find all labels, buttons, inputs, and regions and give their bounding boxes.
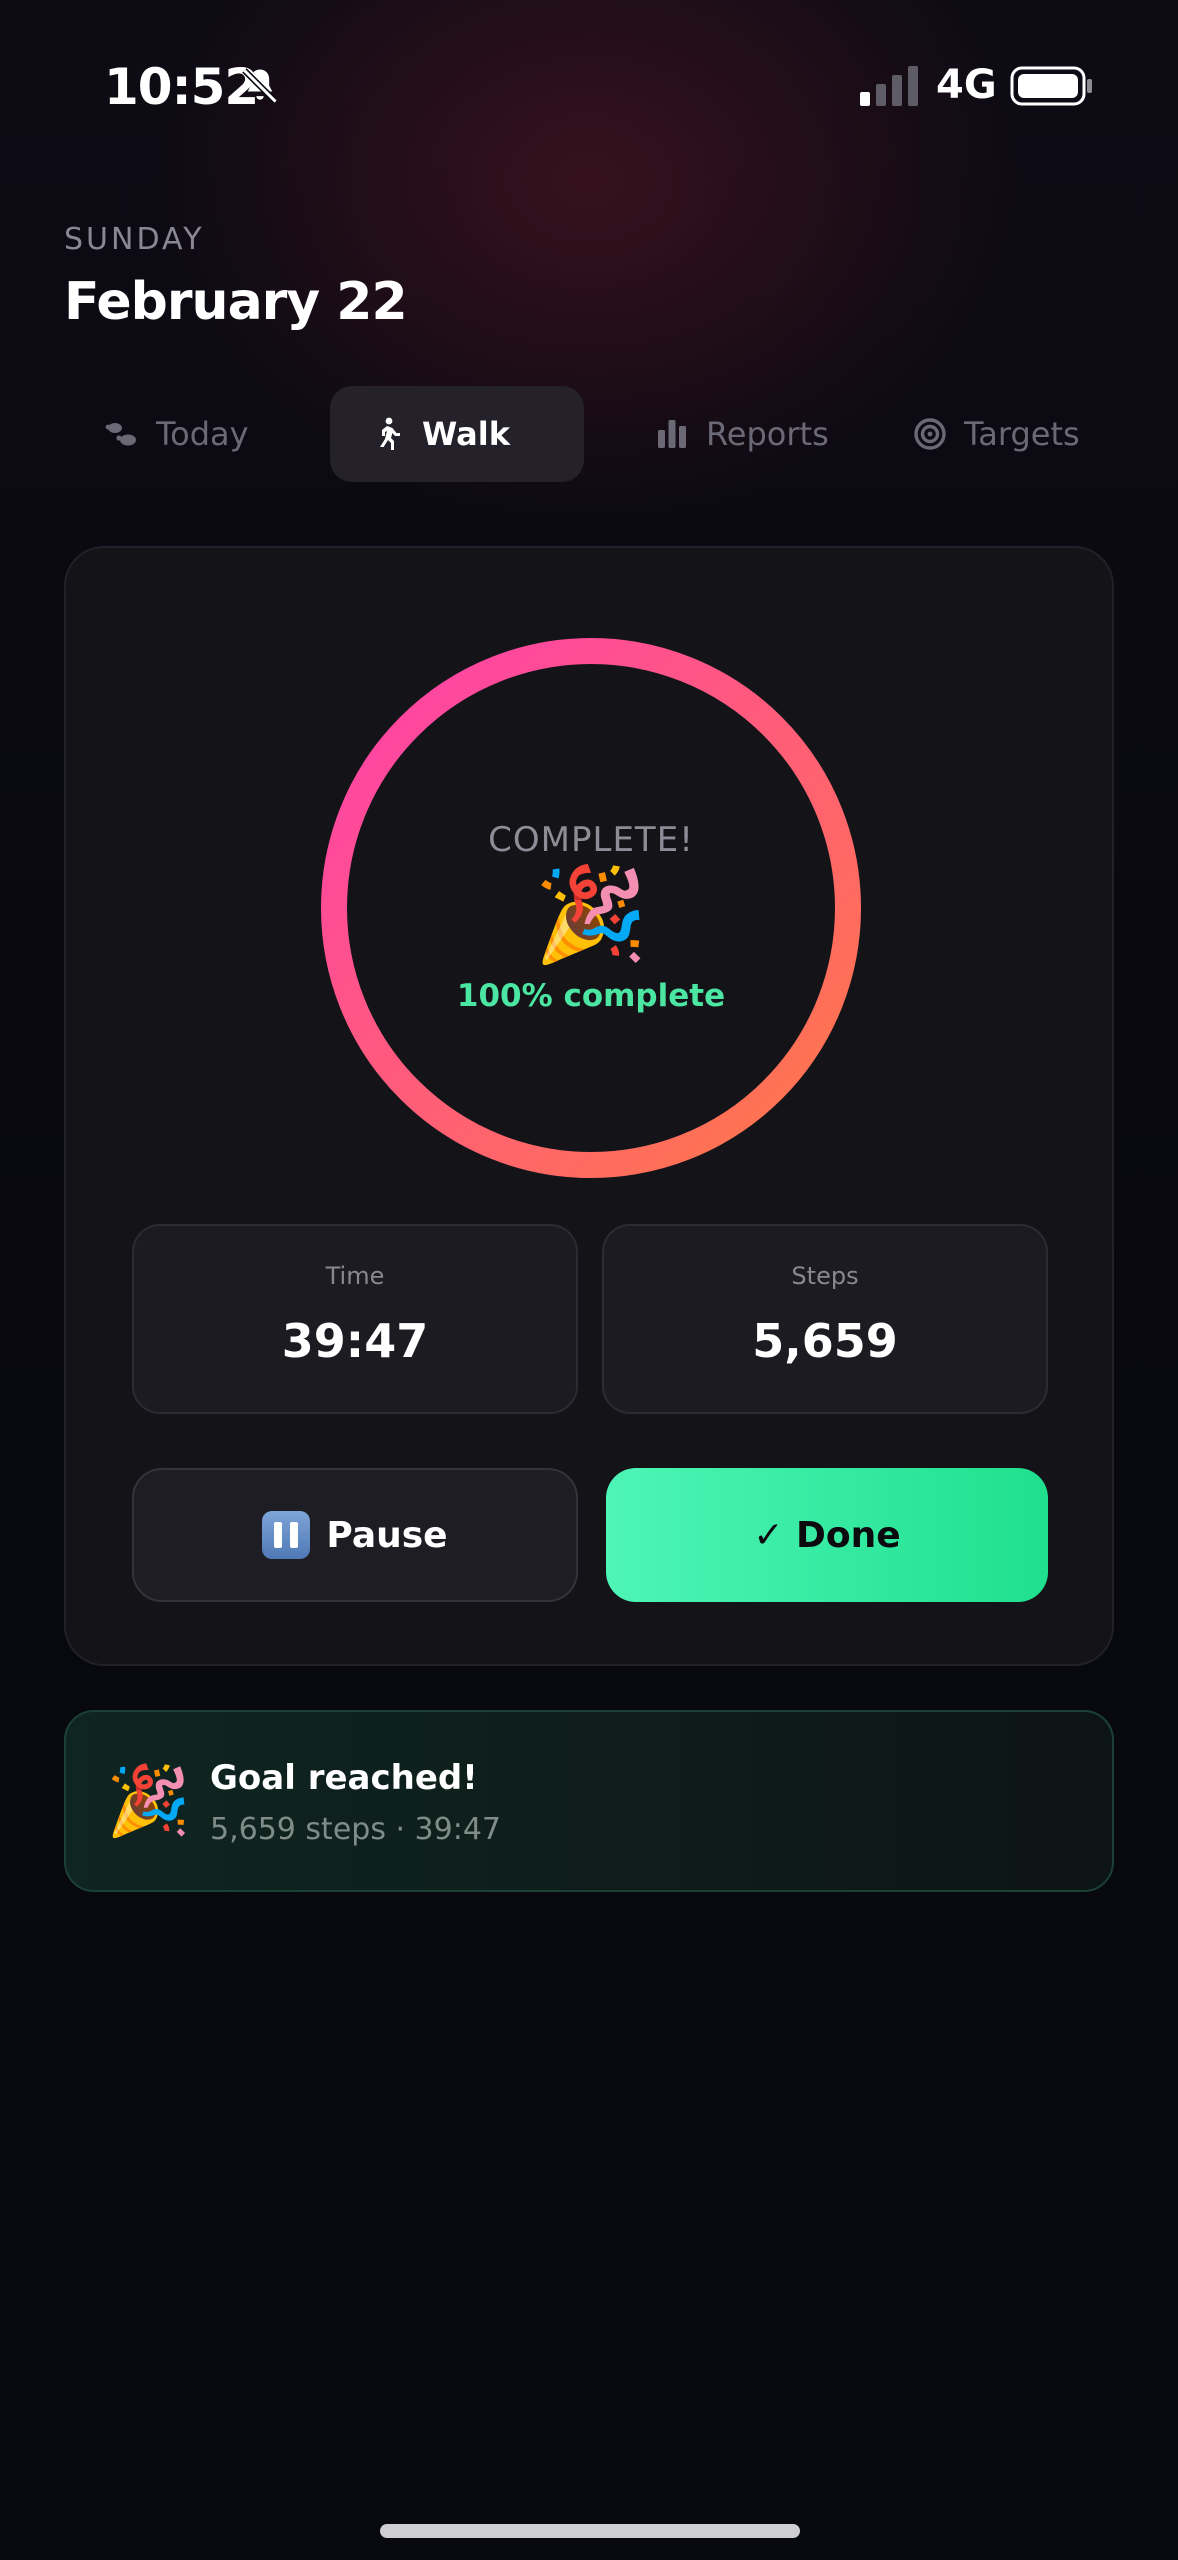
day-label: SUNDAY [64,222,205,257]
goal-title: Goal reached! [210,1758,478,1798]
goal-detail: 5,659 steps · 39:47 [210,1812,502,1847]
pause-label: Pause [326,1514,448,1556]
tab-label: Targets [964,415,1080,453]
tab-targets[interactable]: Targets [872,386,1114,482]
time-stat: Time 39:47 [132,1224,578,1414]
steps-label: Steps [791,1262,859,1290]
bar-chart-icon [658,420,686,448]
steps-value: 5,659 [752,1314,898,1368]
done-button[interactable]: ✓ Done [606,1468,1048,1602]
tab-walk[interactable]: Walk [330,386,584,482]
done-label: ✓ Done [753,1514,901,1556]
walk-card: COMPLETE! 🎉 100% complete Time 39:47 Ste… [64,546,1114,1666]
progress-text: 100% complete [456,978,726,1014]
battery-icon [1010,66,1092,106]
date-title: February 22 [64,272,408,332]
signal-icon [860,66,918,106]
footprints-icon [105,423,136,446]
walking-person-icon [380,417,400,450]
ring-status-title: COMPLETE! [488,820,694,860]
pause-button[interactable]: Pause [132,1468,578,1602]
party-popper-icon: 🎉 [533,861,649,968]
tab-today[interactable]: Today [64,386,294,482]
home-indicator[interactable] [380,2524,800,2538]
party-popper-icon: 🎉 [106,1762,191,1841]
time-label: Time [325,1262,385,1290]
tab-label: Today [156,415,249,453]
pause-icon [262,1511,311,1559]
status-time: 10:52 [104,58,259,116]
bell-slash-icon [242,68,278,104]
network-label: 4G [936,62,997,108]
time-value: 39:47 [281,1314,429,1368]
tab-bar: Today Walk Reports Targets [64,386,1114,482]
tab-label: Walk [422,415,510,453]
steps-stat: Steps 5,659 [602,1224,1048,1414]
target-icon [914,418,946,450]
walk-screen: 10:52 4G SUNDAY February 22 Today Walk R… [0,0,1178,2560]
tab-label: Reports [706,415,829,453]
tab-reports[interactable]: Reports [614,386,854,482]
goal-reached-banner: 🎉 Goal reached! 5,659 steps · 39:47 [64,1710,1114,1892]
